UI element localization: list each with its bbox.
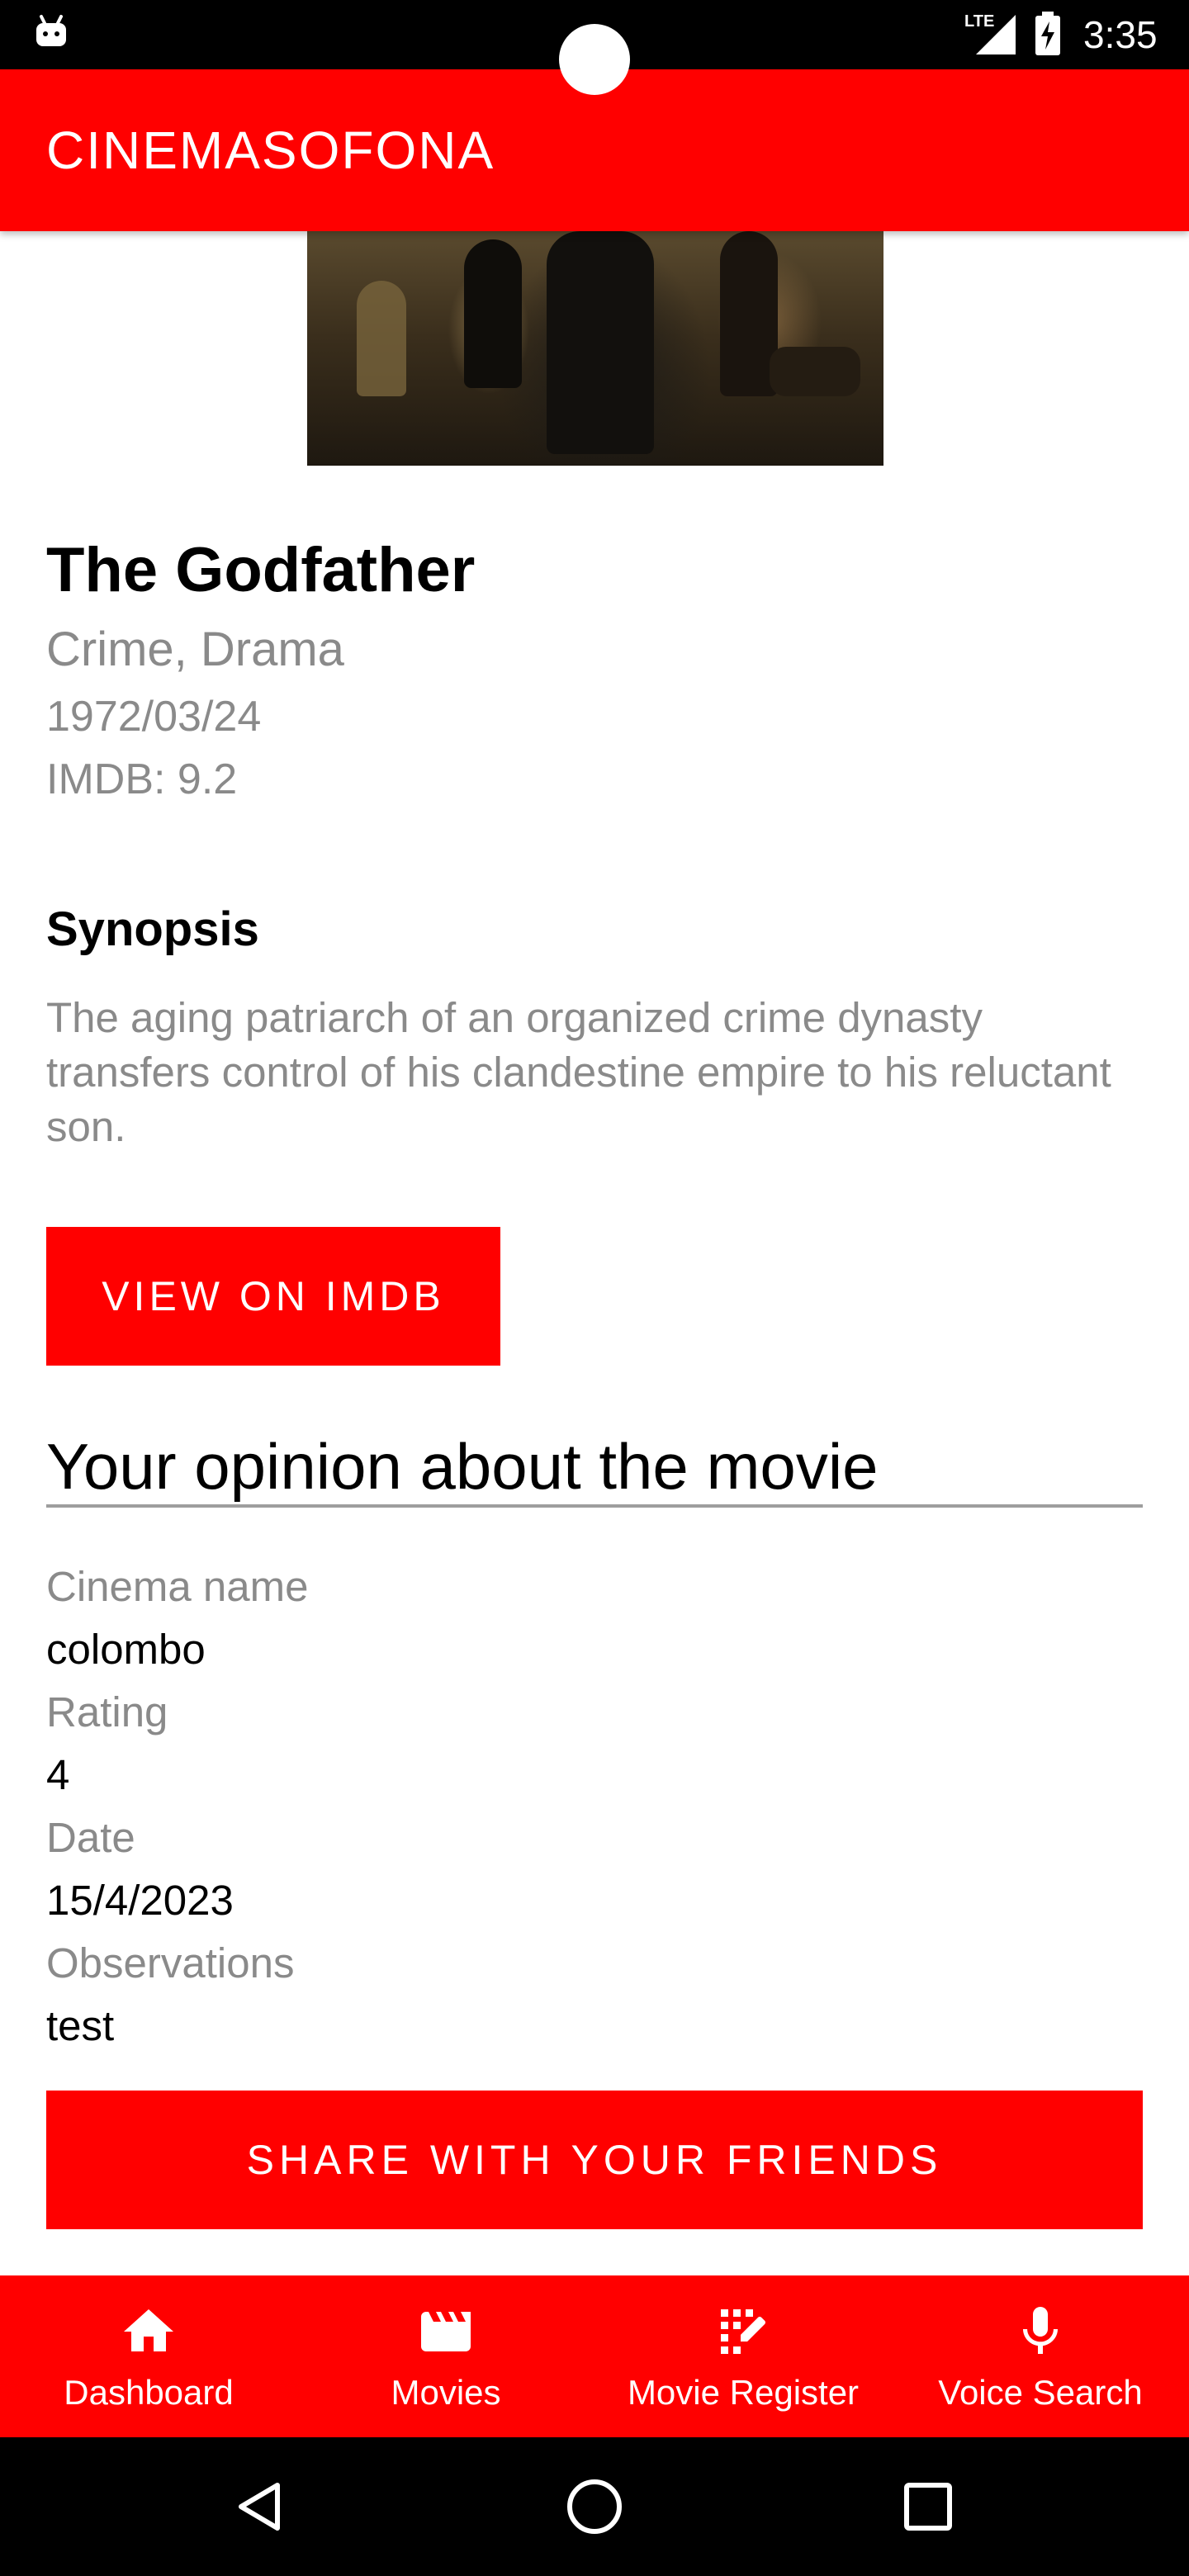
poster-figure <box>547 231 654 454</box>
date-label: Date <box>46 1814 135 1861</box>
rating-value: 4 <box>46 1751 70 1798</box>
lte-signal-icon: LTE <box>964 12 1016 54</box>
movie-poster-image <box>307 231 883 466</box>
nav-item-movie-register[interactable]: Movie Register <box>594 2275 892 2437</box>
synopsis-text: The aging patriarch of an organized crim… <box>46 994 1111 1150</box>
opinion-heading: Your opinion about the movie <box>46 1430 879 1503</box>
nav-label-movie-register: Movie Register <box>627 2373 860 2412</box>
observations-label: Observations <box>46 1939 295 1986</box>
date-value: 15/4/2023 <box>46 1877 234 1924</box>
svg-text:LTE: LTE <box>964 12 994 31</box>
status-bar: LTE 3:35 <box>0 0 1189 95</box>
bottom-navigation: Dashboard Movies Movie Register Voice Se… <box>0 2275 1189 2437</box>
camera-cutout <box>559 24 630 95</box>
nav-label-voice-search: Voice Search <box>938 2373 1143 2412</box>
poster-car <box>770 347 860 396</box>
system-navigation-bar <box>0 2437 1189 2576</box>
movie-release-date: 1972/03/24 <box>46 693 262 741</box>
nav-item-dashboard[interactable]: Dashboard <box>0 2275 297 2437</box>
synopsis-heading: Synopsis <box>46 902 259 956</box>
cinema-name-label: Cinema name <box>46 1563 309 1610</box>
nav-label-movies: Movies <box>391 2373 501 2412</box>
home-circle-icon[interactable] <box>561 2474 628 2540</box>
share-with-friends-button[interactable]: SHARE WITH YOUR FRIENDS <box>46 2091 1143 2229</box>
rating-label: Rating <box>46 1688 168 1735</box>
clapperboard-icon <box>421 2312 471 2351</box>
android-debug-icon <box>36 15 66 46</box>
opinion-divider <box>46 1504 1143 1508</box>
poster-figure <box>357 281 406 396</box>
edit-grid-icon <box>721 2309 765 2354</box>
nav-label-dashboard: Dashboard <box>64 2373 234 2412</box>
status-time: 3:35 <box>1083 13 1158 56</box>
view-on-imdb-button[interactable]: VIEW ON IMDB <box>46 1227 500 1366</box>
observations-value: test <box>46 2002 115 2049</box>
microphone-icon <box>1023 2307 1058 2354</box>
app-title: CINEMASOFONA <box>46 121 495 180</box>
movie-imdb-rating: IMDB: 9.2 <box>46 755 238 803</box>
home-icon <box>124 2309 173 2351</box>
back-icon[interactable] <box>228 2474 294 2540</box>
nav-item-voice-search[interactable]: Voice Search <box>892 2275 1189 2437</box>
poster-figure <box>464 239 522 388</box>
cinema-name-value: colombo <box>46 1626 206 1673</box>
nav-item-movies[interactable]: Movies <box>297 2275 594 2437</box>
battery-charging-icon <box>1035 12 1060 55</box>
movie-title: The Godfather <box>46 535 476 605</box>
recents-icon[interactable] <box>895 2474 961 2540</box>
movie-genres: Crime, Drama <box>46 623 344 676</box>
